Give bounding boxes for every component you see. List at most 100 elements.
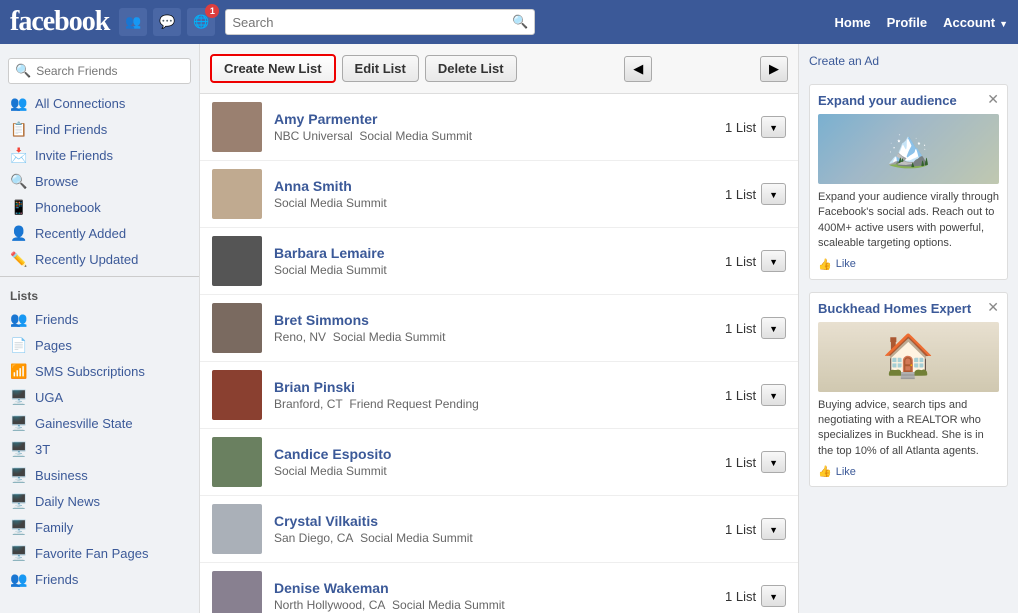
dropdown-chevron-icon <box>769 321 778 335</box>
list-dropdown-button[interactable] <box>761 384 786 406</box>
avatar <box>212 169 262 219</box>
uga-icon: 🖥️ <box>10 389 28 405</box>
sidebar-item-sms-subscriptions[interactable]: 📶 SMS Subscriptions <box>0 358 199 384</box>
friend-subtitle: San Diego, CA Social Media Summit <box>274 531 713 545</box>
friends-nav-icon[interactable]: 👥 <box>119 8 147 36</box>
sidebar-item-invite-friends[interactable]: 📩 Invite Friends <box>0 142 199 168</box>
prev-page-button[interactable] <box>624 56 652 82</box>
avatar <box>212 303 262 353</box>
sidebar-item-recently-updated[interactable]: ✏️ Recently Updated <box>0 246 199 272</box>
friend-name[interactable]: Barbara Lemaire <box>274 245 713 261</box>
friend-name[interactable]: Denise Wakeman <box>274 580 713 596</box>
sidebar-item-browse[interactable]: 🔍 Browse <box>0 168 199 194</box>
phonebook-icon: 📱 <box>10 199 28 215</box>
friend-name[interactable]: Brian Pinski <box>274 379 713 395</box>
friend-name[interactable]: Candice Esposito <box>274 446 713 462</box>
search-input[interactable] <box>232 15 512 30</box>
friend-list-count: 1 List <box>725 384 786 406</box>
lists-section-title: Lists <box>0 281 199 306</box>
sidebar-item-label: Friends <box>35 312 78 327</box>
search-friends-input[interactable] <box>36 64 184 78</box>
sidebar-item-label: Pages <box>35 338 72 353</box>
list-dropdown-button[interactable] <box>761 518 786 540</box>
sidebar-item-label: UGA <box>35 390 63 405</box>
friend-info: Brian Pinski Branford, CT Friend Request… <box>274 379 713 411</box>
3t-icon: 🖥️ <box>10 441 28 457</box>
sidebar-item-label: Phonebook <box>35 200 101 215</box>
sidebar-item-pages[interactable]: 📄 Pages <box>0 332 199 358</box>
business-icon: 🖥️ <box>10 467 28 483</box>
sidebar-item-label: Gainesville State <box>35 416 133 431</box>
sidebar-item-3t[interactable]: 🖥️ 3T <box>0 436 199 462</box>
friend-list-count: 1 List <box>725 317 786 339</box>
account-menu[interactable]: Account <box>943 15 1008 30</box>
family-icon: 🖥️ <box>10 519 28 535</box>
list-dropdown-button[interactable] <box>761 183 786 205</box>
browse-icon: 🔍 <box>10 173 28 189</box>
sidebar-item-family[interactable]: 🖥️ Family <box>0 514 199 540</box>
sidebar-item-business[interactable]: 🖥️ Business <box>0 462 199 488</box>
sidebar-item-daily-news[interactable]: 🖥️ Daily News <box>0 488 199 514</box>
sidebar-item-label: Recently Updated <box>35 252 138 267</box>
ad1-close-button[interactable]: ✕ <box>987 91 999 108</box>
sidebar-item-uga[interactable]: 🖥️ UGA <box>0 384 199 410</box>
sidebar-item-find-friends[interactable]: 📋 Find Friends <box>0 116 199 142</box>
sidebar-item-friends[interactable]: 👥 Friends <box>0 306 199 332</box>
friend-name[interactable]: Amy Parmenter <box>274 111 713 127</box>
sidebar-item-all-connections[interactable]: 👥 All Connections <box>0 90 199 116</box>
ad2-title: Buckhead Homes Expert <box>818 301 999 316</box>
search-submit-button[interactable]: 🔍 <box>512 14 528 30</box>
profile-nav-link[interactable]: Profile <box>887 15 927 30</box>
home-nav-link[interactable]: Home <box>834 15 870 30</box>
account-chevron-icon <box>999 15 1008 30</box>
list-dropdown-button[interactable] <box>761 250 786 272</box>
friend-row: Barbara Lemaire Social Media Summit 1 Li… <box>200 228 798 295</box>
friend-list-count: 1 List <box>725 250 786 272</box>
friends-list-icon: 👥 <box>10 311 28 327</box>
ad1-like-button[interactable]: 👍 Like <box>818 258 999 271</box>
list-dropdown-button[interactable] <box>761 451 786 473</box>
create-new-list-button[interactable]: Create New List <box>210 54 336 83</box>
next-page-button[interactable] <box>760 56 788 82</box>
friends2-icon: 👥 <box>10 571 28 587</box>
dropdown-chevron-icon <box>769 120 778 134</box>
friend-row: Denise Wakeman North Hollywood, CA Socia… <box>200 563 798 613</box>
friend-subtitle: North Hollywood, CA Social Media Summit <box>274 598 713 612</box>
friend-name[interactable]: Crystal Vilkaitis <box>274 513 713 529</box>
sidebar-item-friends-2[interactable]: 👥 Friends <box>0 566 199 592</box>
dropdown-chevron-icon <box>769 254 778 268</box>
messages-nav-icon[interactable]: 💬 <box>153 8 181 36</box>
avatar <box>212 504 262 554</box>
list-dropdown-button[interactable] <box>761 317 786 339</box>
friend-subtitle: Social Media Summit <box>274 263 713 277</box>
sidebar-item-recently-added[interactable]: 👤 Recently Added <box>0 220 199 246</box>
friend-name[interactable]: Bret Simmons <box>274 312 713 328</box>
ad2-image <box>818 322 999 392</box>
list-dropdown-button[interactable] <box>761 585 786 607</box>
friend-row: Candice Esposito Social Media Summit 1 L… <box>200 429 798 496</box>
sidebar-item-phonebook[interactable]: 📱 Phonebook <box>0 194 199 220</box>
avatar <box>212 102 262 152</box>
delete-list-button[interactable]: Delete List <box>425 55 517 82</box>
friend-info: Candice Esposito Social Media Summit <box>274 446 713 478</box>
avatar <box>212 437 262 487</box>
dropdown-chevron-icon <box>769 455 778 469</box>
friend-list-count: 1 List <box>725 518 786 540</box>
chevron-left-icon <box>633 61 643 76</box>
list-dropdown-button[interactable] <box>761 116 786 138</box>
sidebar-item-gainesville-state[interactable]: 🖥️ Gainesville State <box>0 410 199 436</box>
friend-subtitle: Branford, CT Friend Request Pending <box>274 397 713 411</box>
edit-list-button[interactable]: Edit List <box>342 55 419 82</box>
friend-name[interactable]: Anna Smith <box>274 178 713 194</box>
search-friends-bar: 🔍 <box>8 58 191 84</box>
right-sidebar: Create an Ad Expand your audience ✕ Expa… <box>798 44 1018 613</box>
notifications-nav-icon[interactable]: 🌐 1 <box>187 8 215 36</box>
avatar <box>212 370 262 420</box>
sidebar-item-favorite-fan-pages[interactable]: 🖥️ Favorite Fan Pages <box>0 540 199 566</box>
avatar <box>212 571 262 613</box>
ad2-like-button[interactable]: 👍 Like <box>818 465 999 478</box>
create-ad-link[interactable]: Create an Ad <box>809 54 1008 68</box>
friend-info: Denise Wakeman North Hollywood, CA Socia… <box>274 580 713 612</box>
ad2-close-button[interactable]: ✕ <box>987 299 999 316</box>
recently-updated-icon: ✏️ <box>10 251 28 267</box>
